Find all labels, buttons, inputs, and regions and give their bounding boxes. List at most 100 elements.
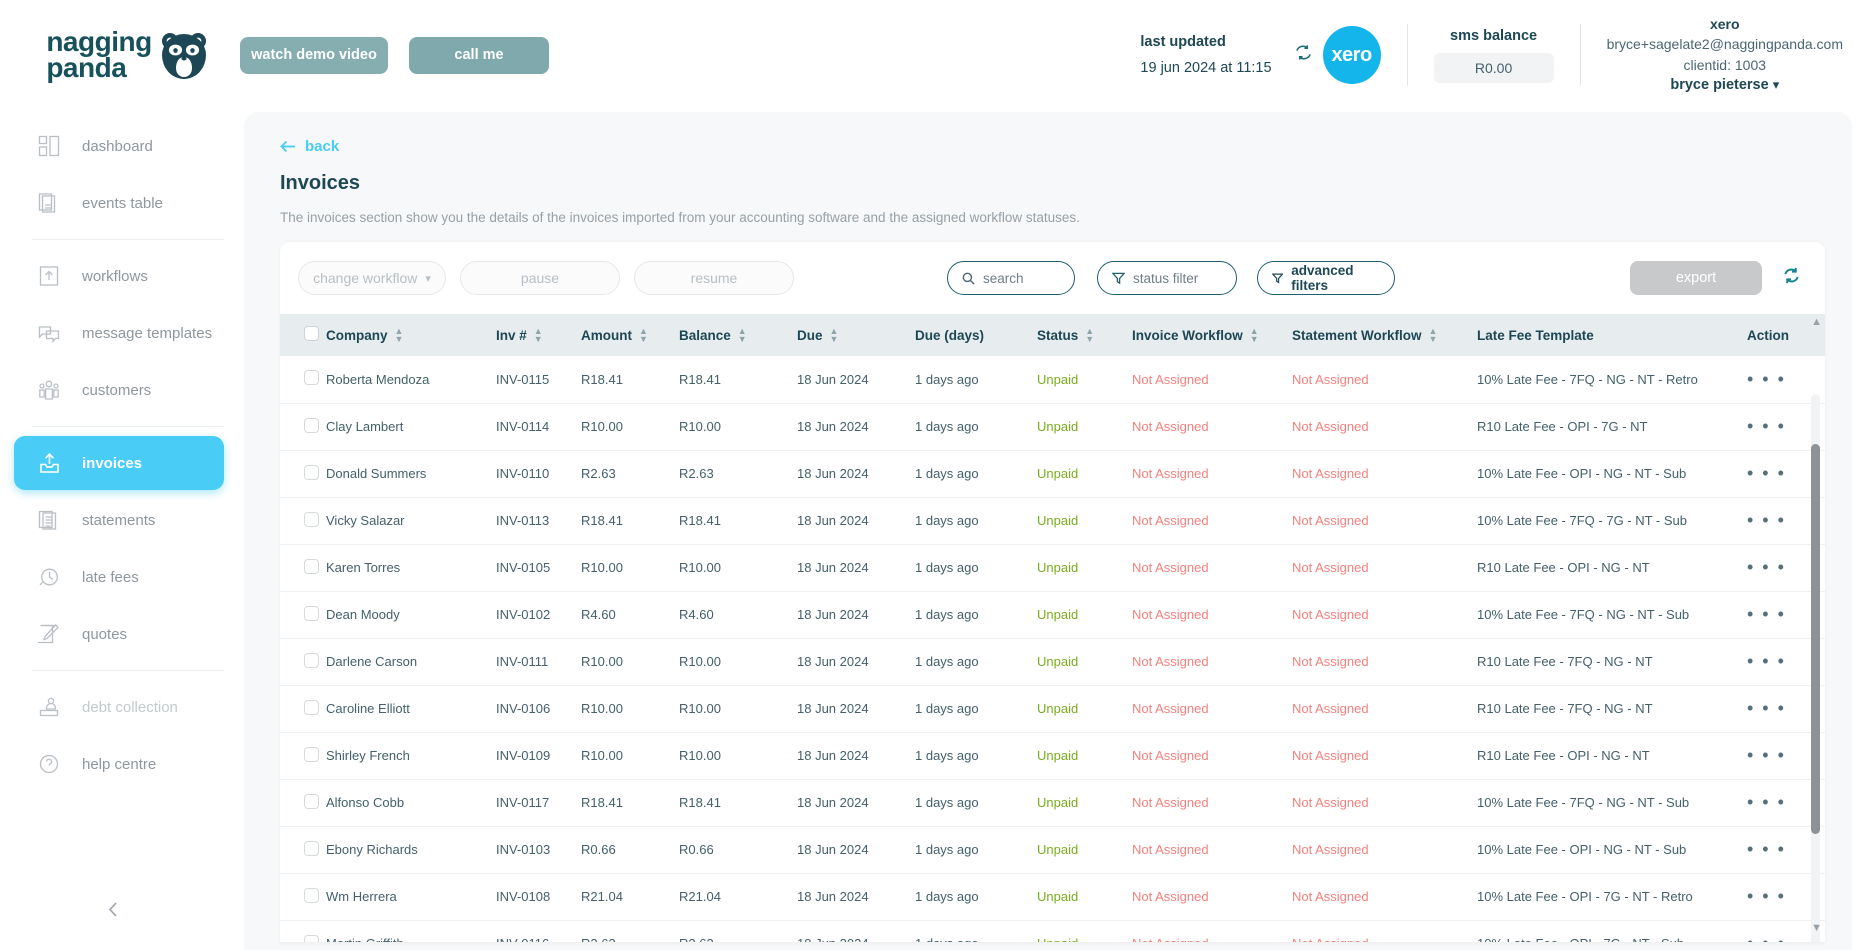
table-row[interactable]: Wm Herrera INV-0108 R21.04 R21.04 18 Jun 202… — [280, 873, 1825, 921]
row-select-cell — [280, 544, 326, 592]
call-me-button[interactable]: call me — [409, 36, 549, 74]
row-select-checkbox[interactable] — [304, 464, 319, 480]
table-row[interactable]: Ebony Richards INV-0103 R0.66 R0.66 18 Jun 2… — [280, 826, 1825, 874]
column-header-label: Invoice Workflow — [1132, 327, 1243, 343]
sidebar-item-customers[interactable]: customers — [14, 363, 224, 417]
sidebar-item-message-templates[interactable]: message templates — [14, 306, 224, 360]
column-header-inv[interactable]: Inv # ▲ ▼ — [496, 314, 581, 356]
select-all-checkbox[interactable] — [304, 326, 319, 341]
scroll-up-arrow-icon[interactable]: ▲ — [1811, 316, 1822, 328]
table-row[interactable]: Donald Summers INV-0110 R2.63 R2.63 18 Jun 2… — [280, 450, 1825, 498]
row-select-checkbox[interactable] — [304, 417, 319, 433]
cell-statement-workflow: Not Assigned — [1292, 403, 1477, 451]
cell-invoice-workflow: Not Assigned — [1132, 732, 1292, 780]
sidebar-item-invoices[interactable]: invoices — [14, 436, 224, 490]
row-select-checkbox[interactable] — [304, 887, 319, 903]
column-header-due[interactable]: Due ▲ ▼ — [797, 314, 915, 356]
column-header-status[interactable]: Status ▲ ▼ — [1037, 314, 1132, 356]
resume-button[interactable]: resume — [634, 261, 794, 295]
cell-invoice-number: INV-0105 — [496, 544, 581, 592]
cell-statement-workflow: Not Assigned — [1292, 920, 1477, 942]
status-badge: Unpaid — [1037, 685, 1132, 733]
watch-demo-video-button[interactable]: watch demo video — [240, 36, 388, 74]
sidebar-item-quotes[interactable]: quotes — [14, 607, 224, 661]
table-row[interactable]: Shirley French INV-0109 R10.00 R10.00 18 Jun… — [280, 732, 1825, 780]
advanced-filters-button[interactable]: advanced filters — [1257, 261, 1395, 295]
sidebar-item-workflows[interactable]: workflows — [14, 249, 224, 303]
sidebar-item-debt-collection[interactable]: debt collection — [14, 680, 224, 734]
cell-amount: R2.63 — [581, 920, 679, 942]
table-row[interactable]: Vicky Salazar INV-0113 R18.41 R18.41 18 Jun … — [280, 497, 1825, 545]
app-logo[interactable]: nagging panda — [0, 28, 238, 81]
cell-statement-workflow: Not Assigned — [1292, 685, 1477, 733]
cell-company: Alfonso Cobb — [326, 779, 496, 827]
row-select-checkbox[interactable] — [304, 605, 319, 621]
sort-icon[interactable]: ▲ ▼ — [639, 327, 648, 344]
scroll-down-arrow-icon[interactable]: ▼ — [1811, 922, 1822, 934]
cell-invoice-number: INV-0109 — [496, 732, 581, 780]
sidebar-nav: dashboard events table workflows message te… — [0, 110, 238, 950]
table-row[interactable]: Alfonso Cobb INV-0117 R18.41 R18.41 18 Jun 2… — [280, 779, 1825, 827]
table-row[interactable]: Roberta Mendoza INV-0115 R18.41 R18.41 18 Ju… — [280, 356, 1825, 404]
table-row[interactable]: Dean Moody INV-0102 R4.60 R4.60 18 Jun 2024 1… — [280, 591, 1825, 639]
sort-icon[interactable]: ▲ ▼ — [1250, 327, 1259, 344]
divider — [1406, 24, 1408, 86]
search-input[interactable]: search — [947, 261, 1075, 295]
row-select-checkbox[interactable] — [304, 840, 319, 856]
row-select-checkbox[interactable] — [304, 934, 319, 942]
chevron-down-icon: ▾ — [1772, 76, 1780, 92]
row-select-checkbox[interactable] — [304, 793, 319, 809]
sort-icon[interactable]: ▲ ▼ — [1429, 327, 1438, 344]
invoices-table-scroll-area[interactable]: Company ▲ ▼ Inv # ▲ ▼ Amount ▲ ▼ Balance ▲ ▼ Due ▲ ▼ Du… — [280, 314, 1825, 942]
cell-amount: R21.04 — [581, 873, 679, 921]
sort-icon[interactable]: ▲ ▼ — [830, 327, 839, 344]
column-header-amount[interactable]: Amount ▲ ▼ — [581, 314, 679, 356]
sidebar-item-events-table[interactable]: events table — [14, 176, 224, 230]
change-workflow-dropdown[interactable]: change workflow ▾ — [298, 261, 446, 295]
status-filter-button[interactable]: status filter — [1097, 261, 1237, 295]
back-link[interactable]: back — [280, 138, 1852, 155]
table-row[interactable]: Clay Lambert INV-0114 R10.00 R10.00 18 Jun 2… — [280, 403, 1825, 451]
cell-balance: R10.00 — [679, 403, 797, 451]
column-header-statement-workflow[interactable]: Statement Workflow ▲ ▼ — [1292, 314, 1477, 356]
pause-button[interactable]: pause — [460, 261, 620, 295]
sidebar-item-help-centre[interactable]: help centre — [14, 737, 224, 791]
table-row[interactable]: Darlene Carson INV-0111 R10.00 R10.00 18 Jun… — [280, 638, 1825, 686]
header-right-cluster: last updated 19 jun 2024 at 11:15 xero s… — [1140, 0, 1869, 110]
sidebar-item-late-fees[interactable]: late fees — [14, 550, 224, 604]
row-select-checkbox[interactable] — [304, 558, 319, 574]
column-header-company[interactable]: Company ▲ ▼ — [326, 314, 496, 356]
cell-late-fee-template: 10% Late Fee - 7FQ - NG - NT - Sub — [1477, 591, 1747, 639]
sidebar-collapse-button[interactable] — [100, 896, 126, 922]
row-select-checkbox[interactable] — [304, 699, 319, 715]
vertical-scrollbar-thumb[interactable] — [1811, 444, 1820, 834]
sync-icon[interactable] — [1284, 43, 1323, 68]
cell-invoice-number: INV-0102 — [496, 591, 581, 639]
row-select-cell — [280, 403, 326, 451]
status-badge: Unpaid — [1037, 497, 1132, 545]
row-select-checkbox[interactable] — [304, 652, 319, 668]
row-select-checkbox[interactable] — [304, 511, 319, 527]
cell-late-fee-template: 10% Late Fee - 7FQ - 7G - NT - Sub — [1477, 497, 1747, 545]
vertical-scrollbar-track[interactable] — [1811, 394, 1820, 942]
column-header-invoice-workflow[interactable]: Invoice Workflow ▲ ▼ — [1132, 314, 1292, 356]
row-select-checkbox[interactable] — [304, 370, 319, 386]
sort-icon[interactable]: ▲ ▼ — [738, 327, 747, 344]
account-user-menu[interactable]: bryce pieterse ▾ — [1607, 75, 1843, 96]
refresh-icon[interactable] — [1782, 266, 1801, 290]
sort-icon[interactable]: ▲ ▼ — [395, 327, 404, 344]
cell-late-fee-template: R10 Late Fee - 7FQ - NG - NT — [1477, 685, 1747, 733]
column-header-balance[interactable]: Balance ▲ ▼ — [679, 314, 797, 356]
sidebar-item-label: late fees — [82, 568, 139, 586]
sort-icon[interactable]: ▲ ▼ — [1085, 327, 1094, 344]
cell-late-fee-template: 10% Late Fee - OPI - NG - NT - Sub — [1477, 450, 1747, 498]
status-badge: Unpaid — [1037, 544, 1132, 592]
row-select-checkbox[interactable] — [304, 746, 319, 762]
sort-icon[interactable]: ▲ ▼ — [534, 327, 543, 344]
sidebar-item-dashboard[interactable]: dashboard — [14, 119, 224, 173]
table-row[interactable]: Caroline Elliott INV-0106 R10.00 R10.00 18 J… — [280, 685, 1825, 733]
export-button[interactable]: export — [1630, 261, 1762, 295]
table-row[interactable]: Karen Torres INV-0105 R10.00 R10.00 18 Jun 2… — [280, 544, 1825, 592]
table-row[interactable]: Martin GriffithINV-0116R2.63R2.6318 Jun … — [280, 920, 1825, 942]
sidebar-item-statements[interactable]: statements — [14, 493, 224, 547]
